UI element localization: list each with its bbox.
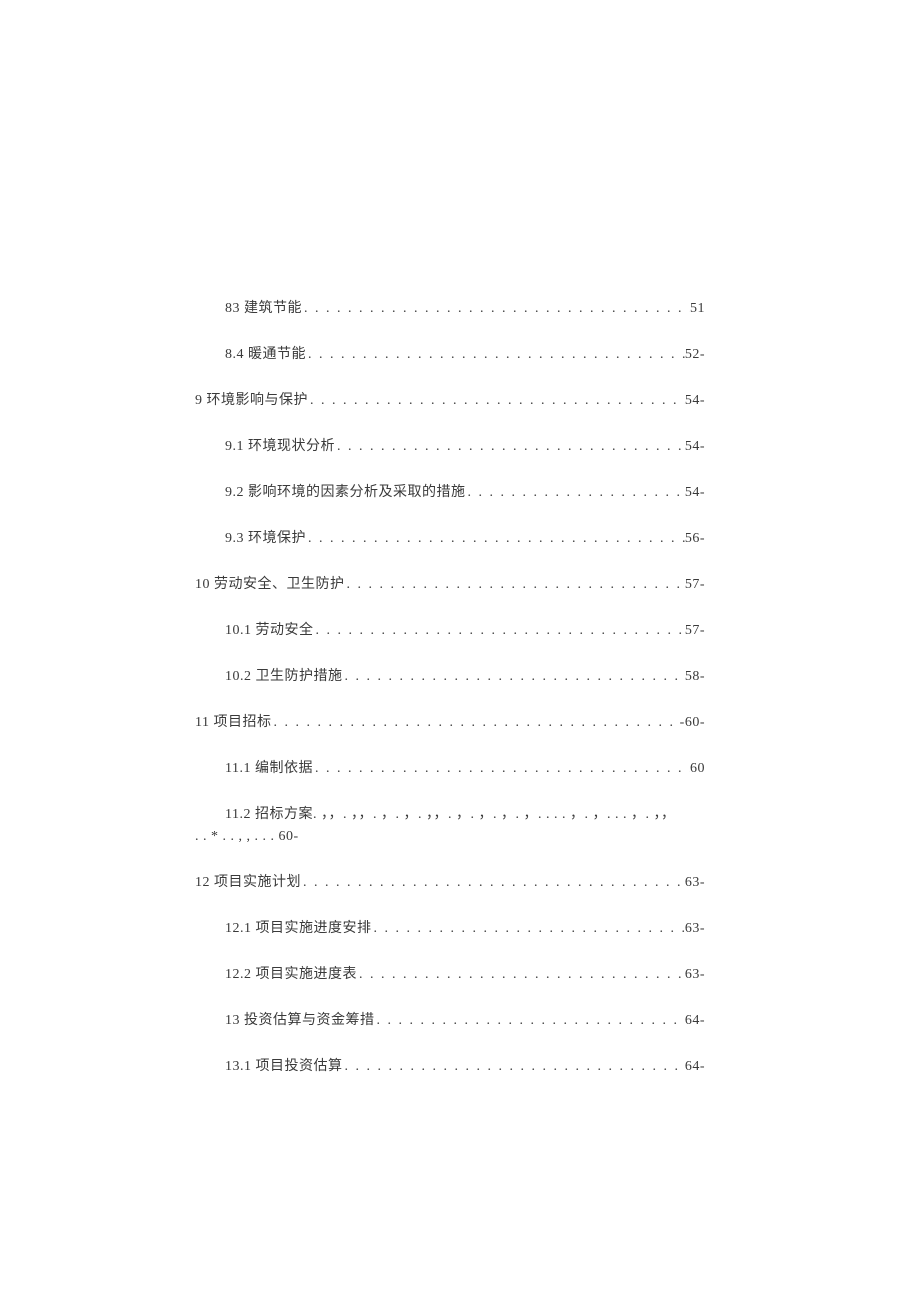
toc-page: 51 [690,301,705,317]
toc-label: 83 建筑节能 [225,297,302,317]
toc-entry: 11.2 招标方案. ，，. ，，. ，. ，. ，，. ，. ，. ，. ，.… [195,803,705,823]
toc-label: 8.4 暖通节能 [225,343,306,363]
toc-leader-dots: . . . . . . . . . . . . . . . . . . . . … [375,1013,685,1029]
toc-label: 11 项目招标 [195,711,271,731]
toc-leader-dots: . . . . . . . . . . . . . . . . . . . . … [313,761,690,777]
toc-page: 52- [685,347,705,363]
toc-label: 10 劳动安全、卫生防护 [195,573,345,593]
toc-entry: 13 投资估算与资金筹措. . . . . . . . . . . . . . … [195,1009,705,1029]
toc-entry: 10.1 劳动安全. . . . . . . . . . . . . . . .… [195,619,705,639]
toc-leader-dots: . . . . . . . . . . . . . . . . . . . . … [308,393,685,409]
toc-leader-dots: . . . . . . . . . . . . . . . . . . . . … [335,439,685,455]
toc-entry: 9.2 影响环境的因素分析及采取的措施 . . . . . . . . . . … [195,481,705,501]
toc-leader-dots: . . . . . . . . . . . . . . . . . . . . … [357,967,685,983]
toc-page: 56- [685,531,705,547]
toc-page: 63- [685,967,705,983]
toc-page: . . * . . , , . . . 60- [195,829,299,844]
toc-leader-dots: . . . . . . . . . . . . . . . . . . . . … [314,623,685,639]
document-page: 83 建筑节能. . . . . . . . . . . . . . . . .… [0,0,920,1301]
toc-page: 63- [685,921,705,937]
toc-entry: 12.2 项目实施进度表 . . . . . . . . . . . . . .… [195,963,705,983]
toc-leader-dots: . . . . . . . . . . . . . . . . . . . . … [466,485,685,501]
toc-entry: 11 项目招标. . . . . . . . . . . . . . . . .… [195,711,705,731]
toc-page: 58- [685,669,705,685]
toc-page: 57- [685,577,705,593]
toc-label: 9.3 环境保护 [225,527,306,547]
toc-page: 54- [685,439,705,455]
toc-entry: 9.1 环境现状分析 . . . . . . . . . . . . . . .… [195,435,705,455]
toc-leader-dots: . . . . . . . . . . . . . . . . . . . . … [372,921,685,937]
toc-page: 64- [685,1059,705,1075]
toc-label: 13.1 项目投资估算 [225,1055,343,1075]
toc-leader-dots: . . . . . . . . . . . . . . . . . . . . … [301,875,685,891]
toc-label: 9.2 影响环境的因素分析及采取的措施 [225,481,466,501]
toc-page: 54- [685,485,705,501]
toc-entry: 13.1 项目投资估算 . . . . . . . . . . . . . . … [195,1055,705,1075]
toc-entry: 10.2 卫生防护措施 . . . . . . . . . . . . . . … [195,665,705,685]
toc-label: 12 项目实施计划 [195,871,301,891]
toc-label: 13 投资估算与资金筹措 [225,1009,375,1029]
toc-entry: 83 建筑节能. . . . . . . . . . . . . . . . .… [195,297,705,317]
toc-leader-dots: . . . . . . . . . . . . . . . . . . . . … [302,301,690,317]
toc-leader-dots: . . . . . . . . . . . . . . . . . . . . … [306,531,685,547]
toc-block: 83 建筑节能. . . . . . . . . . . . . . . . .… [195,297,705,1101]
toc-page: -60- [680,715,705,731]
toc-label: 10.1 劳动安全 [225,619,314,639]
toc-entry: 11.1 编制依据 . . . . . . . . . . . . . . . … [195,757,705,777]
toc-entry: 12 项目实施计划. . . . . . . . . . . . . . . .… [195,871,705,891]
toc-label: 12.1 项目实施进度安排 [225,917,372,937]
toc-entry: 9 环境影响与保护. . . . . . . . . . . . . . . .… [195,389,705,409]
toc-leader-dots: . . . . . . . . . . . . . . . . . . . . … [271,715,679,731]
toc-page: 57- [685,623,705,639]
toc-entry: 10 劳动安全、卫生防护. . . . . . . . . . . . . . … [195,573,705,593]
toc-entry: 8.4 暖通节能. . . . . . . . . . . . . . . . … [195,343,705,363]
toc-label: 9.1 环境现状分析 [225,435,335,455]
toc-label: 12.2 项目实施进度表 [225,963,357,983]
toc-leader-dots: . . . . . . . . . . . . . . . . . . . . … [345,577,685,593]
toc-leader-dots: . . . . . . . . . . . . . . . . . . . . … [306,347,685,363]
toc-label: 9 环境影响与保护 [195,389,308,409]
toc-label: 11.2 招标方案. ，，. ，，. ，. ，. ，，. ，. ，. ，. ，.… [225,807,675,822]
toc-entry: 9.3 环境保护 . . . . . . . . . . . . . . . .… [195,527,705,547]
toc-leader-dots: . . . . . . . . . . . . . . . . . . . . … [343,1059,685,1075]
toc-page: 64- [685,1013,705,1029]
toc-page: 60 [690,761,705,777]
toc-page: 63- [685,875,705,891]
toc-entry: 12.1 项目实施进度安排 . . . . . . . . . . . . . … [195,917,705,937]
toc-entry-continuation: . . * . . , , . . . 60- [195,829,705,845]
toc-label: 10.2 卫生防护措施 [225,665,343,685]
toc-page: 54- [685,393,705,409]
toc-leader-dots: . . . . . . . . . . . . . . . . . . . . … [343,669,685,685]
toc-label: 11.1 编制依据 [225,757,313,777]
